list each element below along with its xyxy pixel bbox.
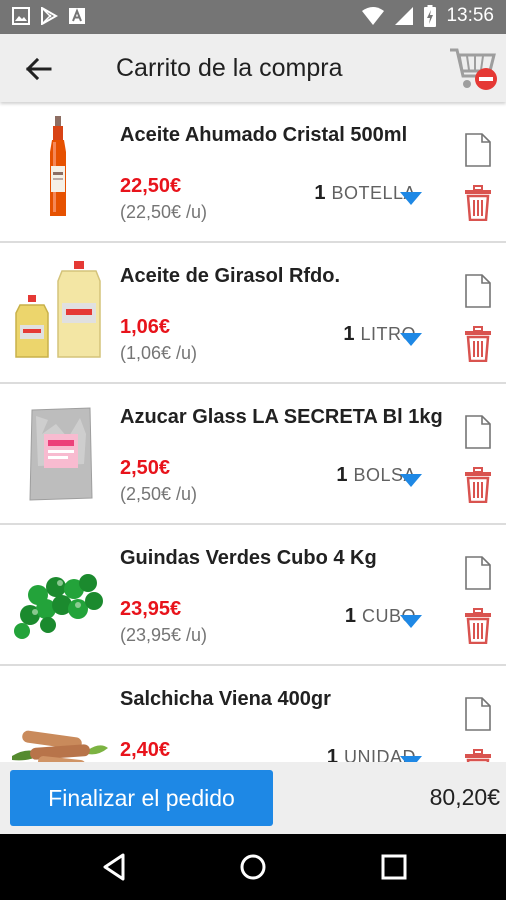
app-bar: Carrito de la compra bbox=[0, 34, 506, 102]
trash-icon[interactable] bbox=[464, 467, 492, 503]
product-image-sunflower-oil bbox=[15, 261, 101, 358]
dropdown-triangle-icon[interactable] bbox=[399, 613, 423, 629]
product-name[interactable]: Guindas Verdes Cubo 4 Kg bbox=[120, 547, 377, 570]
battery-icon bbox=[424, 5, 437, 27]
play-store-icon bbox=[41, 7, 58, 25]
product-price: 2,50€ bbox=[120, 457, 171, 479]
trash-icon[interactable] bbox=[464, 185, 492, 221]
note-icon[interactable] bbox=[464, 414, 492, 450]
product-unit-price: (1,06€ /u) bbox=[120, 343, 198, 363]
cart-remove-icon[interactable] bbox=[448, 42, 500, 94]
dropdown-triangle-icon[interactable] bbox=[399, 472, 423, 488]
system-nav-bar bbox=[0, 834, 506, 900]
product-price: 2,40€ bbox=[120, 739, 171, 761]
product-image-sugar-bag bbox=[29, 407, 93, 501]
product-unit-price: (23,95€ /u) bbox=[120, 625, 208, 645]
nav-home-icon[interactable] bbox=[237, 851, 269, 883]
product-image-sausages bbox=[12, 730, 108, 762]
checkout-bar: Finalizar el pedido 80,20€ bbox=[0, 762, 506, 834]
cart-item[interactable]: Salchicha Viena 400gr 2,40€ 1 UNIDAD bbox=[0, 666, 506, 762]
clock: 13:56 bbox=[446, 5, 494, 26]
arrow-back-icon[interactable] bbox=[20, 51, 56, 87]
product-image-green-cherries bbox=[14, 574, 103, 639]
quantity-value: 1 bbox=[344, 605, 356, 627]
note-icon[interactable] bbox=[464, 696, 492, 732]
cart-item[interactable]: Aceite Ahumado Cristal 500ml 22,50€ (22,… bbox=[0, 102, 506, 243]
finalize-order-button[interactable]: Finalizar el pedido bbox=[10, 770, 273, 826]
dropdown-triangle-icon[interactable] bbox=[399, 331, 423, 347]
product-price: 23,95€ bbox=[120, 598, 182, 620]
trash-icon[interactable] bbox=[464, 608, 492, 644]
product-unit-price: (22,50€ /u) bbox=[120, 202, 208, 222]
order-total: 80,20€ bbox=[429, 784, 500, 810]
product-price: 22,50€ bbox=[120, 175, 182, 197]
page-title: Carrito de la compra bbox=[116, 54, 343, 82]
product-name[interactable]: Salchicha Viena 400gr bbox=[120, 688, 331, 711]
trash-icon[interactable] bbox=[464, 749, 492, 762]
product-name[interactable]: Aceite Ahumado Cristal 500ml bbox=[120, 124, 407, 147]
product-name[interactable]: Aceite de Girasol Rfdo. bbox=[120, 265, 340, 288]
quantity-value: 1 bbox=[326, 746, 338, 762]
cart-list: Aceite Ahumado Cristal 500ml 22,50€ (22,… bbox=[0, 102, 506, 762]
note-icon[interactable] bbox=[464, 132, 492, 168]
product-name[interactable]: Azucar Glass LA SECRETA Bl 1kg bbox=[120, 406, 443, 429]
quantity-value: 1 bbox=[343, 323, 355, 345]
cart-item[interactable]: Aceite de Girasol Rfdo. 1,06€ (1,06€ /u)… bbox=[0, 243, 506, 384]
product-unit-price: (2,50€ /u) bbox=[120, 484, 198, 504]
nav-recents-icon[interactable] bbox=[378, 851, 410, 883]
signal-icon bbox=[395, 7, 414, 25]
note-icon[interactable] bbox=[464, 273, 492, 309]
nav-back-icon[interactable] bbox=[99, 851, 131, 883]
trash-icon[interactable] bbox=[464, 326, 492, 362]
status-bar: 13:56 bbox=[0, 0, 506, 34]
wifi-icon bbox=[362, 7, 385, 25]
dropdown-triangle-icon[interactable] bbox=[399, 190, 423, 206]
image-icon bbox=[12, 7, 30, 25]
quantity-value: 1 bbox=[336, 464, 348, 486]
product-price: 1,06€ bbox=[120, 316, 171, 338]
note-icon[interactable] bbox=[464, 555, 492, 591]
cart-item[interactable]: Guindas Verdes Cubo 4 Kg 23,95€ (23,95€ … bbox=[0, 525, 506, 666]
dropdown-triangle-icon[interactable] bbox=[399, 754, 423, 762]
product-image-oil-bottle bbox=[50, 116, 66, 216]
quantity-value: 1 bbox=[314, 182, 326, 204]
cart-item[interactable]: Azucar Glass LA SECRETA Bl 1kg 2,50€ (2,… bbox=[0, 384, 506, 525]
text-icon bbox=[69, 8, 85, 24]
